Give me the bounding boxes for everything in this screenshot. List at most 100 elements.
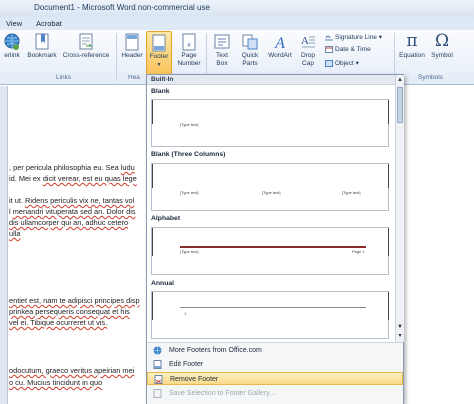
page-number-line1: Page bbox=[181, 52, 197, 59]
document-line: ulla bbox=[9, 229, 21, 238]
header-label: Header bbox=[121, 52, 143, 59]
signature-line-button[interactable]: Signature Line ▾ bbox=[325, 33, 382, 41]
date-time-label: Date & Time bbox=[335, 46, 371, 54]
svg-text:A: A bbox=[274, 35, 285, 51]
annual-rule bbox=[180, 307, 366, 308]
text-box-button[interactable]: Text Box bbox=[211, 33, 233, 68]
page-number-icon: # bbox=[182, 33, 196, 51]
wordart-label: WordArt bbox=[268, 52, 292, 59]
globe-link-icon bbox=[4, 33, 20, 50]
tab-acrobat[interactable]: Acrobat bbox=[36, 19, 62, 28]
signature-icon bbox=[325, 35, 333, 41]
document-line: dis ullamcorper qui an, adhuc cetero bbox=[9, 218, 128, 227]
title-bar: Document1 - Microsoft Word non-commercia… bbox=[0, 0, 474, 17]
gallery-header: Built-In bbox=[147, 75, 395, 85]
edit-footer-icon bbox=[153, 360, 162, 369]
placeholder-text: [Type text] bbox=[180, 249, 199, 254]
footer-option-blank-three-columns[interactable]: [Type text] [Type text] [Type text] bbox=[151, 163, 389, 211]
equation-label: Equation bbox=[399, 52, 425, 59]
object-icon bbox=[325, 59, 333, 67]
header-button[interactable]: Header bbox=[119, 33, 145, 60]
header-icon bbox=[125, 33, 139, 51]
misspelled-text: menandri vituperata sed an. Dolor dis bbox=[12, 207, 136, 216]
object-button[interactable]: Object ▾ bbox=[325, 59, 359, 67]
cross-reference-button[interactable]: Cross-reference bbox=[60, 33, 112, 60]
footer-icon bbox=[152, 34, 166, 52]
footer-button[interactable]: Footer ▼ bbox=[146, 31, 172, 76]
document-line: odocutum, graeco veritus apeirian mei bbox=[9, 366, 134, 375]
more-footers-menu-item[interactable]: More Footers from Office.com bbox=[147, 344, 403, 357]
hyperlink-label: erlink bbox=[4, 52, 20, 59]
misspelled-text: dis ullamcorper qui an, adhuc cetero bbox=[9, 218, 129, 227]
menu-item-label: Save Selection to Footer Gallery... bbox=[169, 390, 276, 397]
thumb-border-left bbox=[152, 228, 153, 256]
edit-footer-menu-item[interactable]: Edit Footer bbox=[147, 358, 403, 371]
ribbon-separator bbox=[116, 33, 117, 81]
bookmark-label: Bookmark bbox=[27, 52, 57, 59]
drop-cap-button[interactable]: A Drop Cap bbox=[297, 33, 319, 68]
text-box-icon bbox=[214, 34, 230, 49]
date-time-button[interactable]: Date & Time bbox=[325, 46, 371, 53]
thumb-border-left bbox=[152, 292, 153, 320]
page-number-text: 1 bbox=[184, 311, 187, 316]
vertical-ruler bbox=[0, 86, 8, 404]
quick-parts-button[interactable]: Quick Parts bbox=[236, 33, 264, 68]
drop-cap-icon: A bbox=[301, 35, 315, 48]
footer-option-alphabet[interactable]: [Type text] Page 1 bbox=[151, 227, 389, 275]
document-line: l menandri vituperata sed an. Dolor dis bbox=[9, 207, 136, 216]
wordart-button[interactable]: A WordArt bbox=[265, 33, 295, 60]
placeholder-text: [Type text] bbox=[262, 190, 281, 195]
scroll-thumb[interactable] bbox=[397, 87, 403, 123]
misspelled-text: prinkea persequeris consequat et his bbox=[9, 307, 130, 316]
equation-icon: π bbox=[406, 31, 418, 51]
misspelled-text: o cu. Mucius tincidunt in quo bbox=[9, 378, 103, 387]
scroll-down-icon[interactable]: ▼ bbox=[397, 323, 403, 331]
gallery-menu: More Footers from Office.com Edit Footer… bbox=[147, 342, 403, 404]
misspelled-text: ulla bbox=[9, 229, 21, 238]
quick-parts-icon bbox=[242, 34, 258, 50]
misspelled-text: odocutum, graeco veritus apeirian mei bbox=[9, 366, 135, 375]
menu-item-label: Remove Footer bbox=[170, 376, 219, 383]
placeholder-text: [Type text] bbox=[180, 122, 199, 127]
scroll-more-icon[interactable]: ▾ bbox=[397, 332, 403, 340]
remove-footer-menu-item[interactable]: Remove Footer bbox=[147, 372, 403, 385]
bookmark-button[interactable]: Bookmark bbox=[25, 33, 59, 60]
footer-option-annual[interactable]: 1 bbox=[151, 291, 389, 339]
hyperlink-button[interactable]: erlink bbox=[0, 33, 24, 60]
object-label: Object bbox=[335, 60, 354, 67]
document-line: , per pericula philosophia eu. Sea ludu bbox=[9, 163, 135, 172]
thumb-border-left bbox=[152, 100, 153, 124]
symbol-label: Symbol bbox=[431, 52, 453, 59]
thumb-border-right bbox=[388, 100, 389, 124]
equation-button[interactable]: π Equation bbox=[397, 32, 427, 60]
svg-text:A: A bbox=[301, 35, 309, 47]
footer-option-blank[interactable]: [Type text] bbox=[151, 99, 389, 147]
document-line: prinkea persequeris consequat et his bbox=[9, 307, 130, 316]
misspelled-text: vel ei. Tibique ocurreret ut vis. bbox=[9, 318, 108, 327]
tab-view[interactable]: View bbox=[6, 19, 22, 28]
header-footer-group-label: Hea bbox=[128, 74, 140, 81]
thumb-border-left bbox=[152, 164, 153, 188]
wordart-icon: A bbox=[274, 35, 285, 51]
page-label: Page 1 bbox=[352, 249, 365, 254]
page-number-line2: Number bbox=[177, 60, 201, 67]
footer-gallery: Built-In Blank [Type text] Blank (Three … bbox=[146, 74, 404, 404]
gallery-scrollbar[interactable]: ▲ ▼ ▾ bbox=[395, 75, 404, 342]
placeholder-text: [Type text] bbox=[342, 190, 361, 195]
scroll-up-icon[interactable]: ▲ bbox=[397, 76, 403, 84]
document-line: entiet est, nam te adipisci principes di… bbox=[9, 296, 140, 305]
links-group-label: Links bbox=[56, 74, 72, 81]
document-line: id. Mei ex dicit verear, est eu quas leg… bbox=[9, 174, 137, 183]
cross-reference-icon bbox=[79, 33, 93, 50]
symbol-button[interactable]: Ω Symbol bbox=[428, 32, 456, 60]
line-text: , per pericula philosophia eu. Sea bbox=[9, 163, 121, 172]
line-text: it ut. bbox=[9, 196, 26, 205]
section-title: Annual bbox=[151, 280, 175, 287]
save-selection-icon bbox=[153, 389, 162, 398]
misspelled-text: ludu bbox=[120, 163, 135, 172]
section-title: Alphabet bbox=[151, 215, 181, 222]
thumb-border-right bbox=[388, 292, 389, 320]
misspelled-text: entiet est, nam te adipisci principes di… bbox=[9, 296, 140, 305]
page-number-button[interactable]: # Page Number bbox=[175, 33, 203, 68]
office-com-icon bbox=[153, 346, 162, 355]
